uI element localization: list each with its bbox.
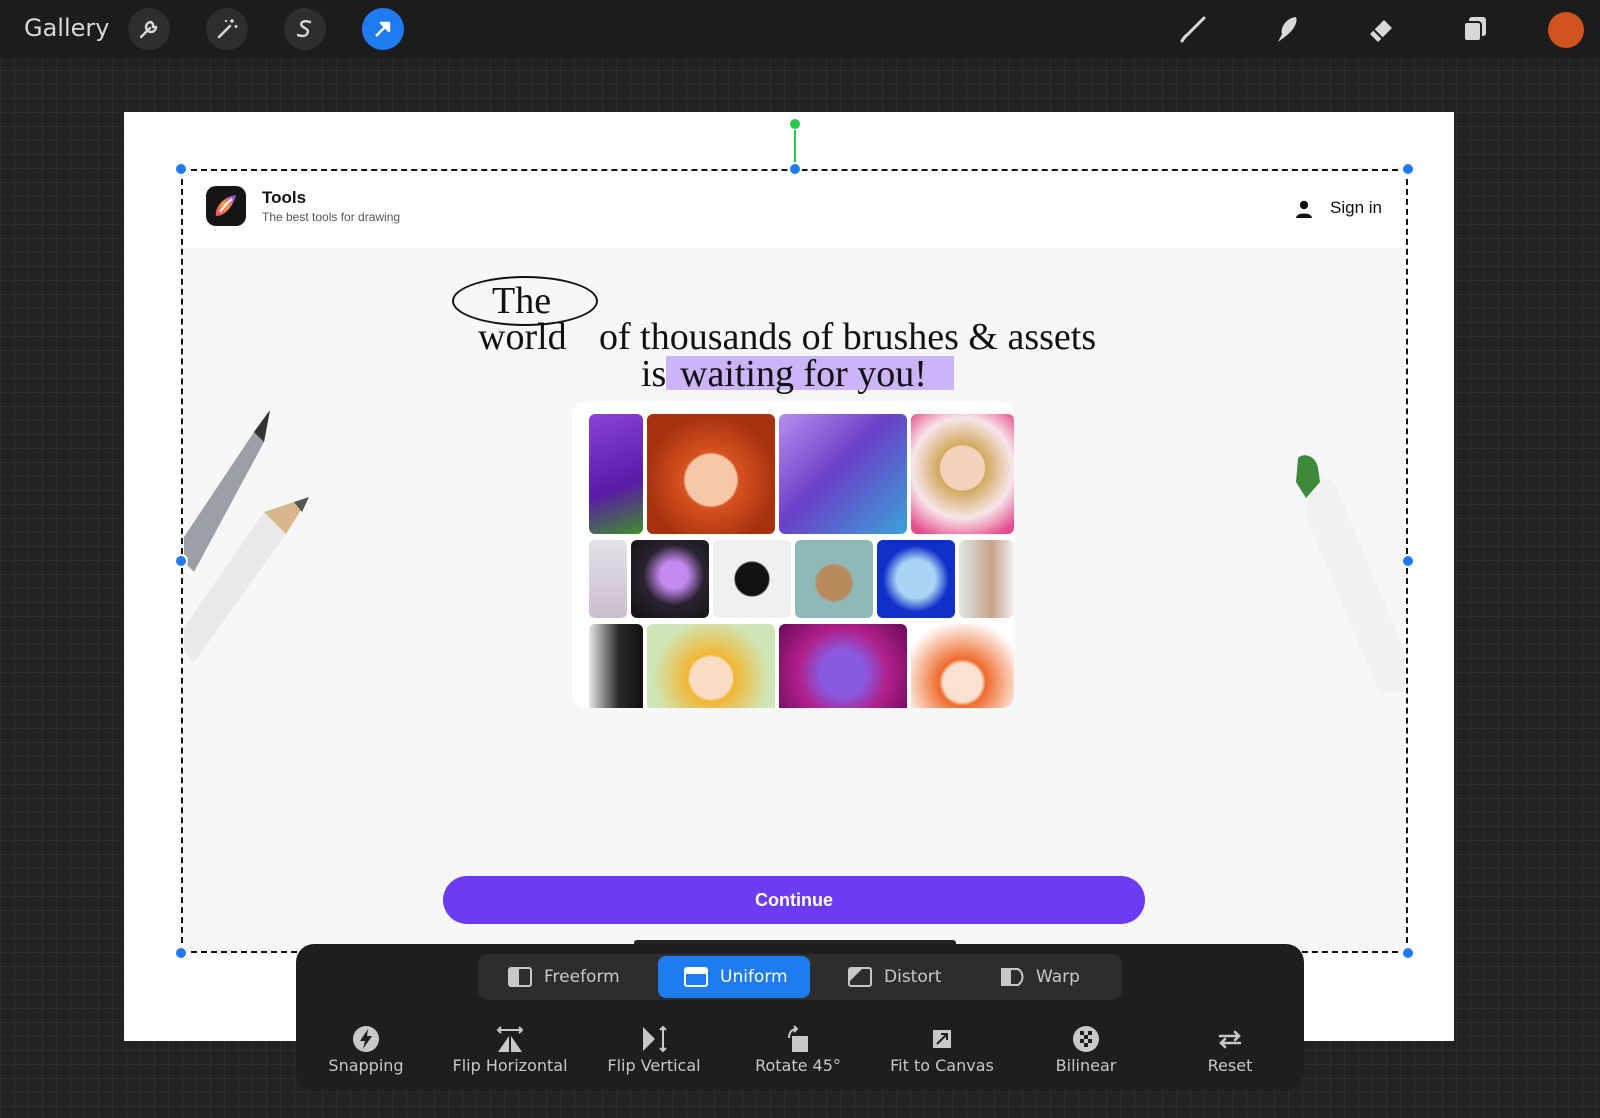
smudge-button[interactable] [1266, 8, 1308, 50]
selection-s-icon [296, 20, 312, 38]
fit-to-canvas-icon [933, 1030, 951, 1048]
freeform-icon [508, 967, 532, 987]
warp-icon [1001, 968, 1024, 986]
layers-button[interactable] [1454, 8, 1496, 50]
mode-distort[interactable]: Distort [822, 956, 962, 998]
reset-icon [1218, 1030, 1242, 1049]
rotation-handle[interactable] [789, 118, 801, 130]
layers-icon [1463, 17, 1486, 42]
uniform-icon [684, 967, 708, 987]
lightning-icon [353, 1026, 379, 1052]
eraser-button[interactable] [1360, 8, 1402, 50]
distort-icon [848, 967, 872, 987]
transform-mode-selector: Freeform Uniform Distort Warp [478, 954, 1122, 1000]
fit-to-canvas-button[interactable]: Fit to Canvas [872, 1024, 1012, 1075]
mode-freeform[interactable]: Freeform [482, 956, 650, 998]
flip-horizontal-icon [496, 1026, 524, 1052]
flip-vertical-button[interactable]: Flip Vertical [584, 1024, 724, 1075]
flip-horizontal-button[interactable]: Flip Horizontal [440, 1024, 580, 1075]
selection-bounding-box [181, 169, 1408, 953]
brush-icon [1180, 16, 1206, 43]
reset-button[interactable]: Reset [1160, 1024, 1300, 1075]
selection-button[interactable] [284, 8, 326, 50]
brush-button[interactable] [1172, 8, 1214, 50]
bilinear-button[interactable]: Bilinear [1016, 1024, 1156, 1075]
color-picker-button[interactable] [1548, 12, 1584, 48]
actions-button[interactable] [128, 8, 170, 50]
snapping-button[interactable]: Snapping [296, 1024, 436, 1075]
transform-arrow-icon [375, 21, 391, 37]
magic-wand-icon [217, 19, 238, 39]
handle-top-left[interactable] [174, 162, 188, 176]
wrench-icon [139, 20, 158, 39]
mode-uniform[interactable]: Uniform [658, 956, 810, 998]
smudge-icon [1278, 17, 1297, 42]
handle-top-right[interactable] [1401, 162, 1415, 176]
gallery-button[interactable]: Gallery [24, 14, 109, 42]
handle-middle-left[interactable] [174, 554, 188, 568]
flip-vertical-icon [643, 1025, 667, 1053]
rotate-icon [788, 1025, 808, 1052]
handle-middle-right[interactable] [1401, 554, 1415, 568]
handle-bottom-left[interactable] [174, 946, 188, 960]
handle-bottom-right[interactable] [1401, 946, 1415, 960]
handle-top-center[interactable] [788, 162, 802, 176]
rotate-45-button[interactable]: Rotate 45° [728, 1024, 868, 1075]
transform-button[interactable] [362, 8, 404, 50]
mode-warp[interactable]: Warp [974, 956, 1114, 998]
top-toolbar: Gallery [0, 0, 1600, 58]
adjustments-button[interactable] [206, 8, 248, 50]
eraser-icon [1370, 20, 1392, 42]
transform-panel: Freeform Uniform Distort Warp Snapping F… [296, 944, 1304, 1090]
interpolation-icon [1073, 1026, 1099, 1052]
